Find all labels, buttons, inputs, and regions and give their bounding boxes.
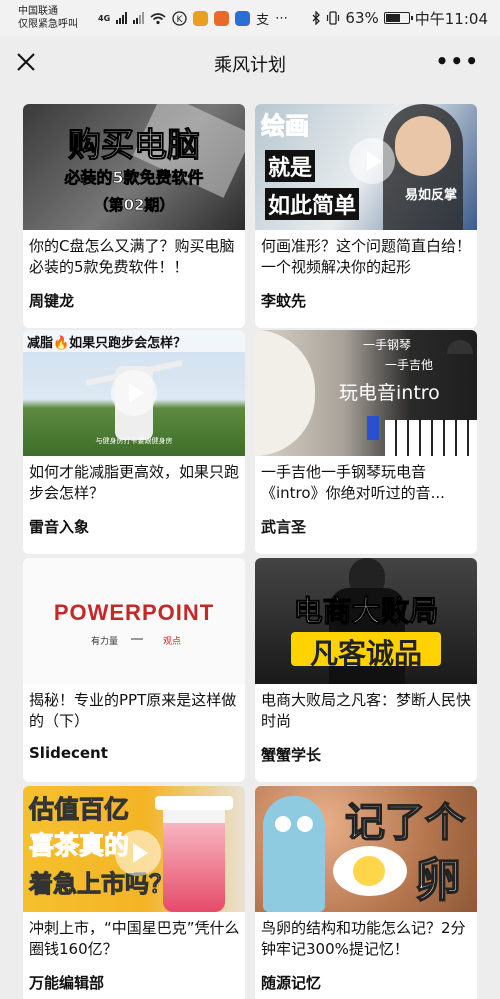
k-app-icon: K <box>172 10 187 26</box>
thumbnail-headline: 购买电脑 <box>68 125 201 165</box>
thumbnail-headline: POWERPOINT <box>53 600 215 625</box>
video-card[interactable]: 记了个 卵 鸟卵的结构和功能怎么记？2分钟牢记300%提记忆！ 随源记忆 <box>255 786 477 999</box>
video-title[interactable]: 冲刺上市，“中国星巴克”凭什么圈钱160亿？ <box>29 918 241 960</box>
play-icon[interactable] <box>111 370 157 416</box>
close-icon[interactable] <box>14 50 38 74</box>
video-card[interactable]: 绘画 就是 如此简单 易如反掌 何画准形？这个问题简直白给！一个视频解决你的起形… <box>255 104 477 328</box>
network-type: 4G <box>98 13 111 23</box>
vibrate-icon <box>327 11 340 25</box>
app-icon-blue <box>235 10 251 26</box>
thumbnail-subtitle: 必装的5款免费软件 <box>64 168 204 188</box>
play-icon[interactable] <box>115 830 161 876</box>
carrier-info: 中国联通 仅限紧急呼叫 <box>18 5 94 31</box>
app-icon-yellow <box>193 10 209 26</box>
video-title[interactable]: 电商大败局之凡客：梦断人民快时尚 <box>261 690 473 732</box>
thumbnail-headline: 绘画 <box>261 112 310 141</box>
video-card[interactable]: 电商大败局 凡客诚品 电商大败局之凡客：梦断人民快时尚 蟹蟹学长 <box>255 558 477 782</box>
thumbnail-line-2: 就是 <box>265 150 316 182</box>
clock: 中午11:04 <box>414 9 488 28</box>
thumbnail-subtitle: 凡客诚品 <box>309 637 422 670</box>
carrier-status: 仅限紧急呼叫 <box>18 19 78 30</box>
video-title[interactable]: 如何才能减脂更高效，如果只跑步会怎样？ <box>29 462 241 504</box>
video-card[interactable]: POWERPOINT 有力量 观点 揭秘！专业的PPT原来是这样做的（下） Sl… <box>23 558 245 782</box>
video-thumbnail[interactable]: 减脂🔥如果只跑步会怎样？ 与健身房打卡要跟健身房 <box>23 330 245 456</box>
thumbnail-tag-2: 观点 <box>163 637 182 647</box>
nav-bar: 乘风计划 ••• <box>0 36 500 92</box>
video-author[interactable]: 李蚊先 <box>261 290 306 311</box>
wifi-icon <box>150 12 166 24</box>
video-card[interactable]: 购买电脑 必装的5款免费软件 （第02期） 你的C盘怎么又满了？购买电脑必装的5… <box>23 104 245 328</box>
video-author[interactable]: 武言圣 <box>261 516 306 537</box>
video-author[interactable]: 随源记忆 <box>261 972 321 993</box>
carrier-name: 中国联通 <box>18 6 58 17</box>
thumbnail-caption: 与健身房打卡要跟健身房 <box>95 437 173 445</box>
thumbnail-line-2: 喜茶真的 <box>28 831 130 861</box>
status-bar: 中国联通 仅限紧急呼叫 4G K 支 ⋯ 63% 中午11:04 <box>0 0 500 36</box>
bluetooth-icon <box>312 11 321 25</box>
thumbnail-line-1: 一手钢琴 <box>363 338 412 352</box>
video-title[interactable]: 揭秘！专业的PPT原来是这样做的（下） <box>29 690 241 732</box>
thumbnail-headline: 电商大败局 <box>293 594 439 629</box>
thumbnail-line-3: 如此简单 <box>265 188 360 220</box>
video-title[interactable]: 鸟卵的结构和功能怎么记？2分钟牢记300%提记忆！ <box>261 918 473 960</box>
video-thumbnail[interactable]: 记了个 卵 <box>255 786 477 912</box>
video-card[interactable]: 一手钢琴 一手吉他 玩电音intro 一手吉他一手钢琴玩电音《intro》你绝对… <box>255 330 477 554</box>
video-thumbnail[interactable]: 绘画 就是 如此简单 易如反掌 <box>255 104 477 230</box>
battery-icon <box>383 12 413 24</box>
app-icon-orange <box>214 10 230 26</box>
signal-icon-2 <box>133 12 145 24</box>
video-thumbnail[interactable]: POWERPOINT 有力量 观点 <box>23 558 245 684</box>
video-thumbnail[interactable]: 购买电脑 必装的5款免费软件 （第02期） <box>23 104 245 230</box>
thumbnail-tag-1: 有力量 <box>91 637 119 647</box>
more-menu-icon[interactable]: ••• <box>436 51 480 71</box>
play-icon[interactable] <box>349 138 395 184</box>
signal-icon <box>116 12 128 24</box>
video-thumbnail[interactable]: 估值百亿 喜茶真的 着急上市吗？ <box>23 786 245 912</box>
status-right: 63% 中午11:04 <box>312 8 488 29</box>
thumbnail-tag: 易如反掌 <box>405 188 458 203</box>
more-notifications-icon: ⋯ <box>275 10 290 26</box>
thumbnail-headline: 估值百亿 <box>28 795 130 825</box>
thumbnail-line-2: 一手吉他 <box>385 358 434 372</box>
video-author[interactable]: Slidecent <box>29 744 108 762</box>
page-title: 乘风计划 <box>214 55 286 76</box>
video-author[interactable]: 蟹蟹学长 <box>261 744 321 765</box>
video-card[interactable]: 估值百亿 喜茶真的 着急上市吗？ 冲刺上市，“中国星巴克”凭什么圈钱160亿？ … <box>23 786 245 999</box>
battery-percent: 63% <box>345 9 379 27</box>
thumbnail-headline: 减脂🔥如果只跑步会怎样？ <box>27 336 187 351</box>
thumbnail-headline: 玩电音intro <box>339 382 440 404</box>
video-title[interactable]: 何画准形？这个问题简直白给！一个视频解决你的起形 <box>261 236 473 278</box>
thumbnail-subtitle: 卵 <box>414 852 462 908</box>
svg-text:K: K <box>177 15 184 25</box>
video-title[interactable]: 你的C盘怎么又满了？购买电脑必装的5款免费软件！！ <box>29 236 241 278</box>
thumbnail-headline: 记了个 <box>344 799 466 847</box>
video-title[interactable]: 一手吉他一手钢琴玩电音《intro》你绝对听过的音... <box>261 462 473 504</box>
video-thumbnail[interactable]: 一手钢琴 一手吉他 玩电音intro <box>255 330 477 456</box>
thumbnail-episode: （第02期） <box>93 196 175 215</box>
video-card[interactable]: 减脂🔥如果只跑步会怎样？ 与健身房打卡要跟健身房 如何才能减脂更高效，如果只跑步… <box>23 330 245 554</box>
app-icon-text: 支 <box>256 12 270 28</box>
video-author[interactable]: 雷音入象 <box>29 516 89 537</box>
video-thumbnail[interactable]: 电商大败局 凡客诚品 <box>255 558 477 684</box>
status-icons: 4G K 支 ⋯ <box>98 9 289 28</box>
video-author[interactable]: 万能编辑部 <box>29 972 104 993</box>
video-author[interactable]: 周键龙 <box>29 290 74 311</box>
